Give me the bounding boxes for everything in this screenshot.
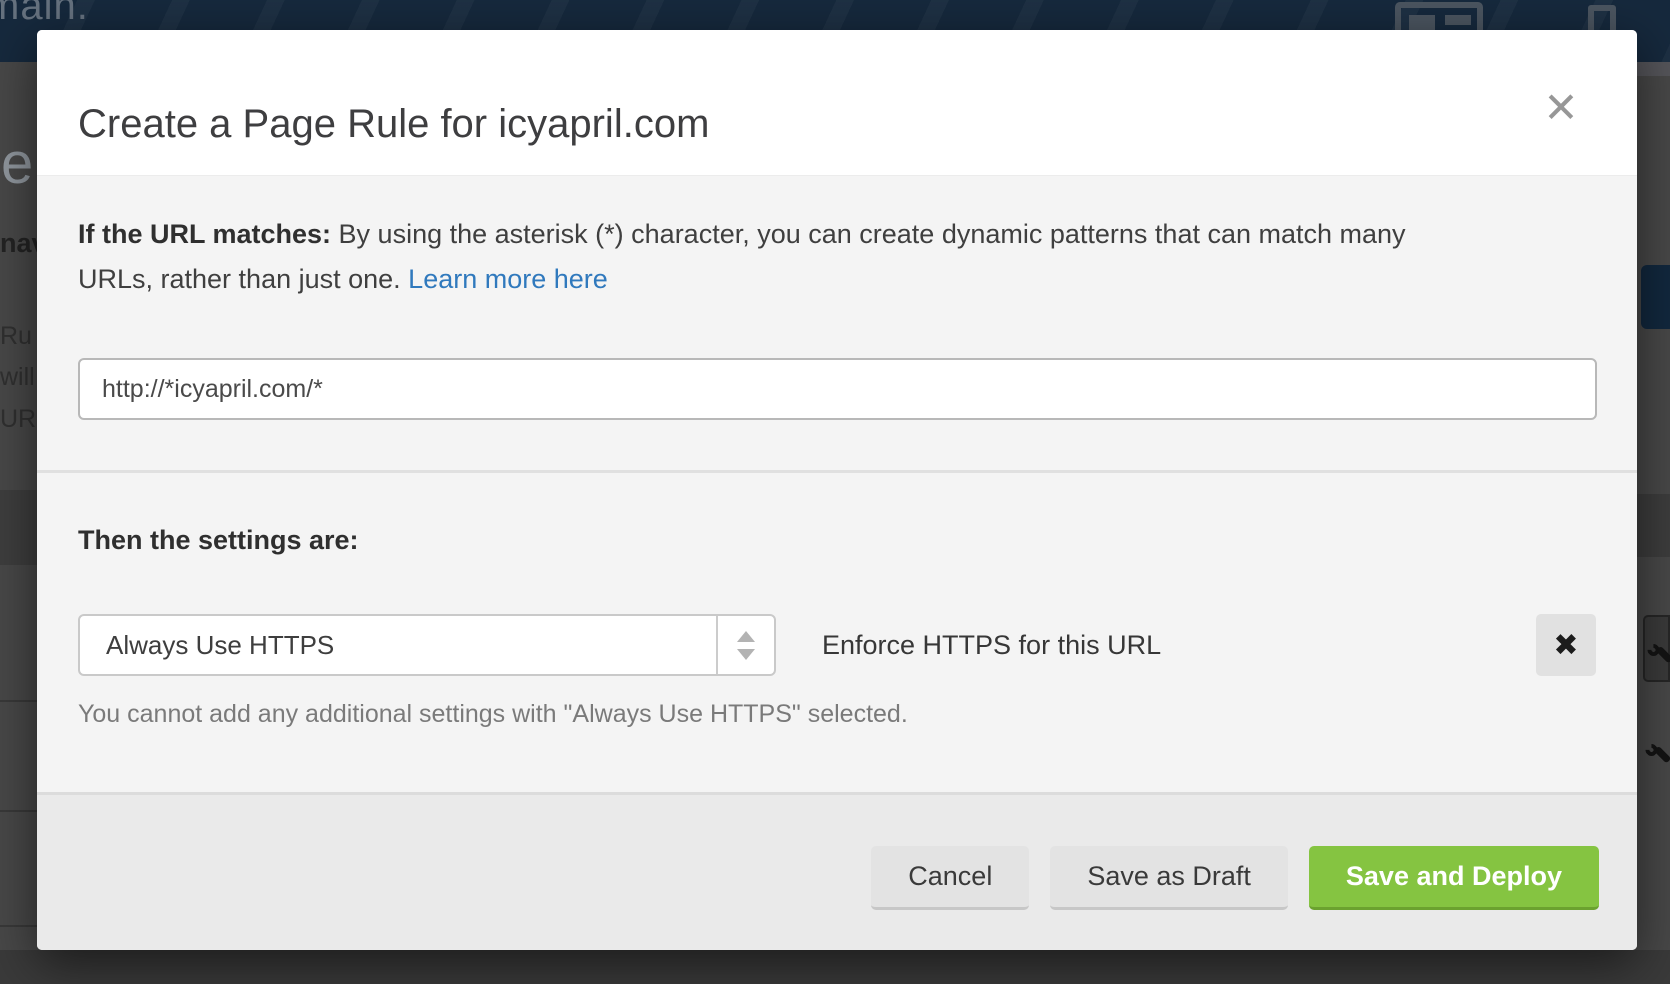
save-draft-button[interactable]: Save as Draft bbox=[1050, 846, 1288, 910]
setting-select-value: Always Use HTTPS bbox=[80, 616, 716, 674]
background-band bbox=[1637, 62, 1670, 76]
background-band bbox=[1637, 494, 1670, 557]
remove-setting-icon: ✖ bbox=[1553, 628, 1578, 663]
url-match-section: If the URL matches: By using the asteris… bbox=[37, 175, 1637, 470]
background-table-header-band bbox=[0, 490, 37, 565]
background-text-fragment: Ru bbox=[0, 322, 32, 351]
settings-heading: Then the settings are: bbox=[78, 525, 1596, 556]
spinner-down-icon bbox=[737, 649, 755, 660]
select-spinner bbox=[716, 616, 774, 674]
spinner-up-icon bbox=[737, 631, 755, 642]
cancel-button[interactable]: Cancel bbox=[871, 846, 1029, 910]
url-pattern-input[interactable] bbox=[78, 358, 1597, 420]
close-icon[interactable]: ✕ bbox=[1537, 84, 1585, 132]
modal-title: Create a Page Rule for icyapril.com bbox=[78, 102, 709, 147]
background-text-fragment: e bbox=[1, 130, 33, 197]
wrench-icon bbox=[1643, 733, 1670, 767]
background-row-divider bbox=[0, 925, 37, 927]
background-text-fragment: will bbox=[0, 363, 35, 392]
setting-select[interactable]: Always Use HTTPS bbox=[78, 614, 776, 676]
save-deploy-button[interactable]: Save and Deploy bbox=[1309, 846, 1599, 910]
settings-section: Then the settings are: Always Use HTTPS … bbox=[37, 473, 1637, 792]
page-background: main. e nav Ru will UR Create a Page Rul… bbox=[0, 0, 1670, 984]
setting-row: Always Use HTTPS Enforce HTTPS for this … bbox=[78, 614, 1596, 676]
url-match-paragraph: If the URL matches: By using the asteris… bbox=[78, 212, 1478, 302]
background-topbar-text-fragment: main. bbox=[0, 0, 89, 29]
create-page-rule-modal: Create a Page Rule for icyapril.com ✕ If… bbox=[37, 30, 1637, 950]
modal-footer: Cancel Save as Draft Save and Deploy bbox=[37, 792, 1637, 950]
remove-setting-button[interactable]: ✖ bbox=[1536, 614, 1596, 676]
url-match-label: If the URL matches: bbox=[78, 219, 331, 249]
background-row-divider bbox=[0, 700, 37, 702]
background-row-divider bbox=[0, 810, 37, 812]
background-button-fragment bbox=[1641, 265, 1670, 329]
background-bottom-shade bbox=[0, 950, 1670, 984]
learn-more-link[interactable]: Learn more here bbox=[408, 264, 608, 294]
setting-description: Enforce HTTPS for this URL bbox=[822, 630, 1161, 661]
background-text-fragment: UR bbox=[0, 405, 36, 434]
settings-note: You cannot add any additional settings w… bbox=[78, 700, 1596, 729]
modal-header: Create a Page Rule for icyapril.com ✕ bbox=[37, 30, 1637, 175]
